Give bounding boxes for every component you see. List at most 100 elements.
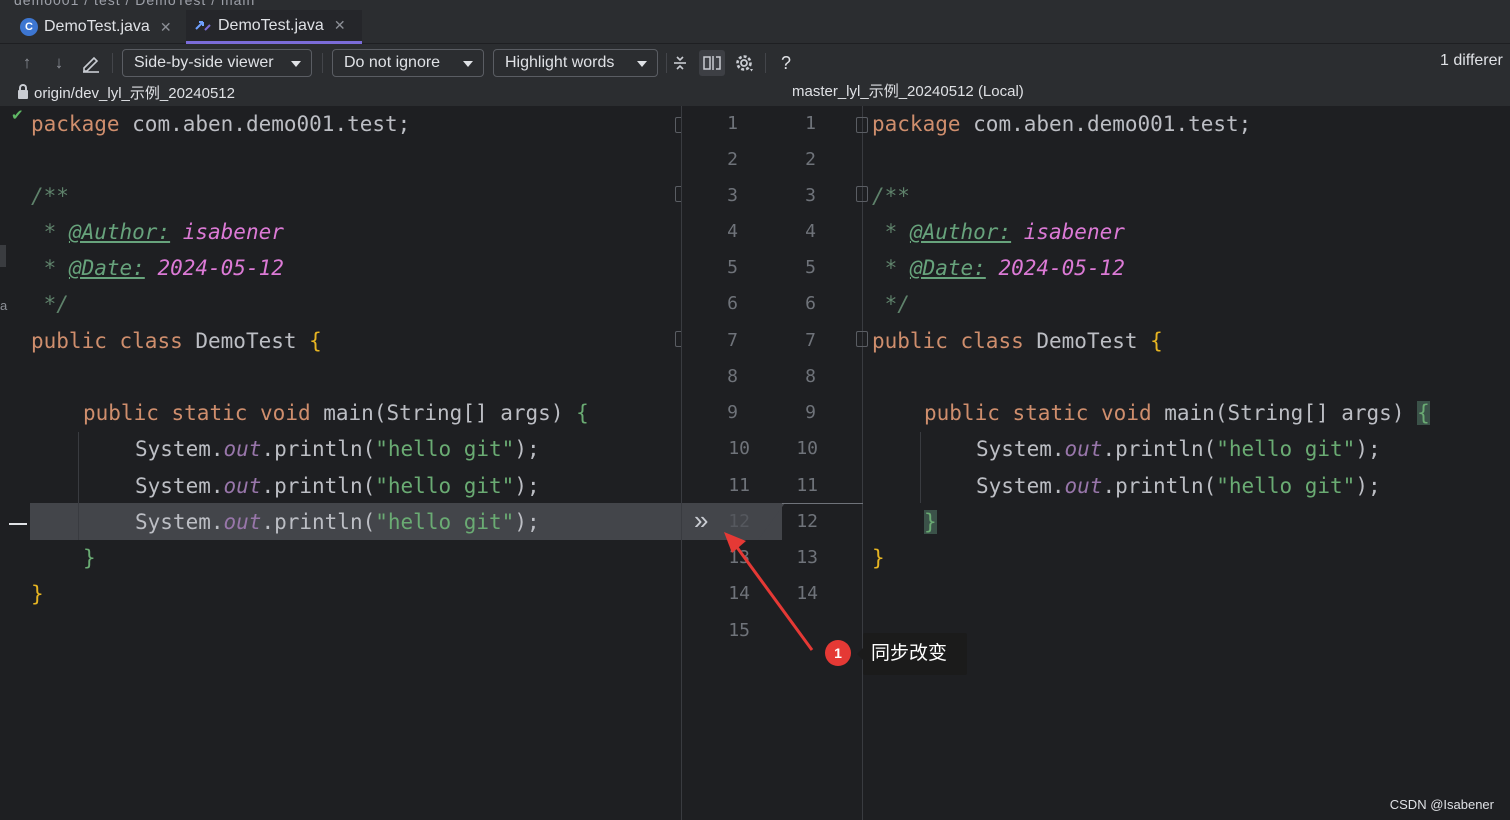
brace: { — [1150, 329, 1163, 353]
fold-marker-icon[interactable] — [856, 117, 868, 133]
keyword: void — [1101, 401, 1152, 425]
keyword: public — [924, 401, 1000, 425]
viewer-mode-label: Side-by-side viewer — [134, 54, 274, 71]
line-number: 5 — [727, 257, 738, 278]
code-line: public class DemoTest { — [872, 323, 1163, 359]
string-literal: "hello git" — [375, 474, 515, 498]
apply-change-button[interactable]: » — [694, 505, 708, 535]
keyword: class — [119, 329, 183, 353]
doc-value: 2024-05-12 — [144, 256, 284, 280]
toolbar-separator — [666, 53, 667, 73]
line-number: 13 — [728, 547, 750, 568]
line-number: 6 — [805, 293, 816, 314]
code-line: public class DemoTest { — [31, 323, 322, 359]
viewer-mode-dropdown[interactable]: Side-by-side viewer — [122, 49, 312, 77]
code-line: public static void main(String[] args) { — [924, 395, 1430, 431]
fold-marker-icon[interactable] — [856, 186, 868, 202]
code-line: * @Author: isabener — [31, 214, 284, 250]
watermark: CSDN @Isabener — [1389, 797, 1494, 812]
code-line: public static void main(String[] args) { — [83, 395, 589, 431]
code-line: } — [924, 504, 937, 540]
collapse-unchanged-icon[interactable] — [669, 52, 691, 74]
keyword: package — [872, 112, 961, 136]
doc-tag: @Date: — [909, 256, 986, 280]
static-field: out — [223, 437, 262, 461]
close-icon[interactable]: ✕ — [334, 17, 346, 34]
diff-icon — [195, 20, 211, 31]
doc-value: isabener — [1011, 220, 1125, 244]
brace: } — [83, 546, 96, 570]
string-literal: "hello git" — [1216, 474, 1356, 498]
punctuation: ); — [514, 437, 540, 461]
class-name: DemoTest — [182, 329, 310, 353]
code-line-changed: System.out.println("hello git"); — [135, 504, 540, 540]
toolbar-separator — [322, 53, 323, 73]
line-number: 2 — [805, 149, 816, 170]
help-icon[interactable]: ? — [775, 52, 797, 74]
doc-tag: @Author: — [909, 220, 1012, 244]
doc-comment: */ — [31, 292, 69, 316]
brace: } — [872, 546, 885, 570]
line-number: 3 — [727, 185, 738, 206]
tab-demotest-java[interactable]: C DemoTest.java ✕ — [20, 10, 172, 44]
line-number: 8 — [727, 366, 738, 387]
code-line: /** — [31, 178, 69, 214]
code-line: System.out.println("hello git"); — [135, 468, 540, 504]
line-number: 4 — [727, 221, 738, 242]
brace: } — [31, 582, 44, 606]
code-line: package com.aben.demo001.test; — [872, 106, 1251, 142]
left-revision-label: origin/dev_lyl_示例_20240512 — [34, 84, 235, 102]
code-line: } — [31, 576, 44, 612]
settings-gear-icon[interactable] — [734, 52, 756, 74]
keyword: void — [260, 401, 311, 425]
line-number: 14 — [796, 583, 818, 604]
line-number: 10 — [796, 438, 818, 459]
fold-marker-icon[interactable] — [856, 331, 868, 347]
ignore-whitespace-dropdown[interactable]: Do not ignore — [332, 49, 484, 77]
punctuation: ); — [1355, 437, 1381, 461]
highlight-mode-dropdown[interactable]: Highlight words — [493, 49, 658, 77]
breadcrumb: demo001 / test / DemoTest / main — [0, 0, 1510, 10]
class-name: DemoTest — [1023, 329, 1151, 353]
code-line: System.out.println("hello git"); — [135, 431, 540, 467]
line-number: 9 — [727, 402, 738, 423]
punctuation: ); — [514, 474, 540, 498]
code-line: } — [83, 540, 96, 576]
line-number: 8 — [805, 366, 816, 387]
close-icon[interactable]: ✕ — [160, 19, 172, 36]
left-revision: origin/dev_lyl_示例_20240512 — [18, 82, 235, 102]
previous-difference-icon[interactable]: ↑ — [16, 52, 38, 74]
line-number: 1 — [727, 113, 738, 134]
line-number: 15 — [728, 620, 750, 641]
doc-comment: * — [872, 256, 910, 280]
code-line: } — [872, 540, 885, 576]
difference-count: 1 differer — [1440, 52, 1503, 69]
code-line: */ — [872, 286, 910, 322]
indent-guide — [920, 432, 921, 503]
code-line: * @Author: isabener — [872, 214, 1125, 250]
method-call: .println( — [1102, 474, 1217, 498]
method-call: .println( — [261, 437, 376, 461]
method-signature: main(String[] args) — [310, 401, 577, 425]
toolbar-separator — [112, 53, 113, 73]
tab-diff-demotest-java[interactable]: DemoTest.java ✕ — [186, 10, 362, 44]
highlight-mode-label: Highlight words — [505, 54, 615, 71]
annotation-tooltip: 同步改变 — [857, 633, 967, 675]
next-difference-icon[interactable]: ↓ — [48, 52, 70, 74]
doc-comment: */ — [872, 292, 910, 316]
doc-value: isabener — [170, 220, 284, 244]
line-number: 12 — [728, 511, 750, 532]
edit-source-icon[interactable] — [80, 52, 102, 74]
package-name: com.aben.demo001.test; — [960, 112, 1252, 136]
deleted-line-marker — [9, 523, 27, 525]
doc-comment: * — [872, 220, 910, 244]
line-number: 7 — [727, 330, 738, 351]
punctuation: ); — [514, 510, 540, 534]
sync-scroll-icon[interactable] — [699, 50, 725, 76]
line-number: 3 — [805, 185, 816, 206]
package-name: com.aben.demo001.test; — [119, 112, 411, 136]
method-call: .println( — [261, 474, 376, 498]
keyword: static — [1012, 401, 1089, 425]
static-field: out — [1064, 437, 1103, 461]
annotation-badge: 1 — [825, 640, 851, 666]
